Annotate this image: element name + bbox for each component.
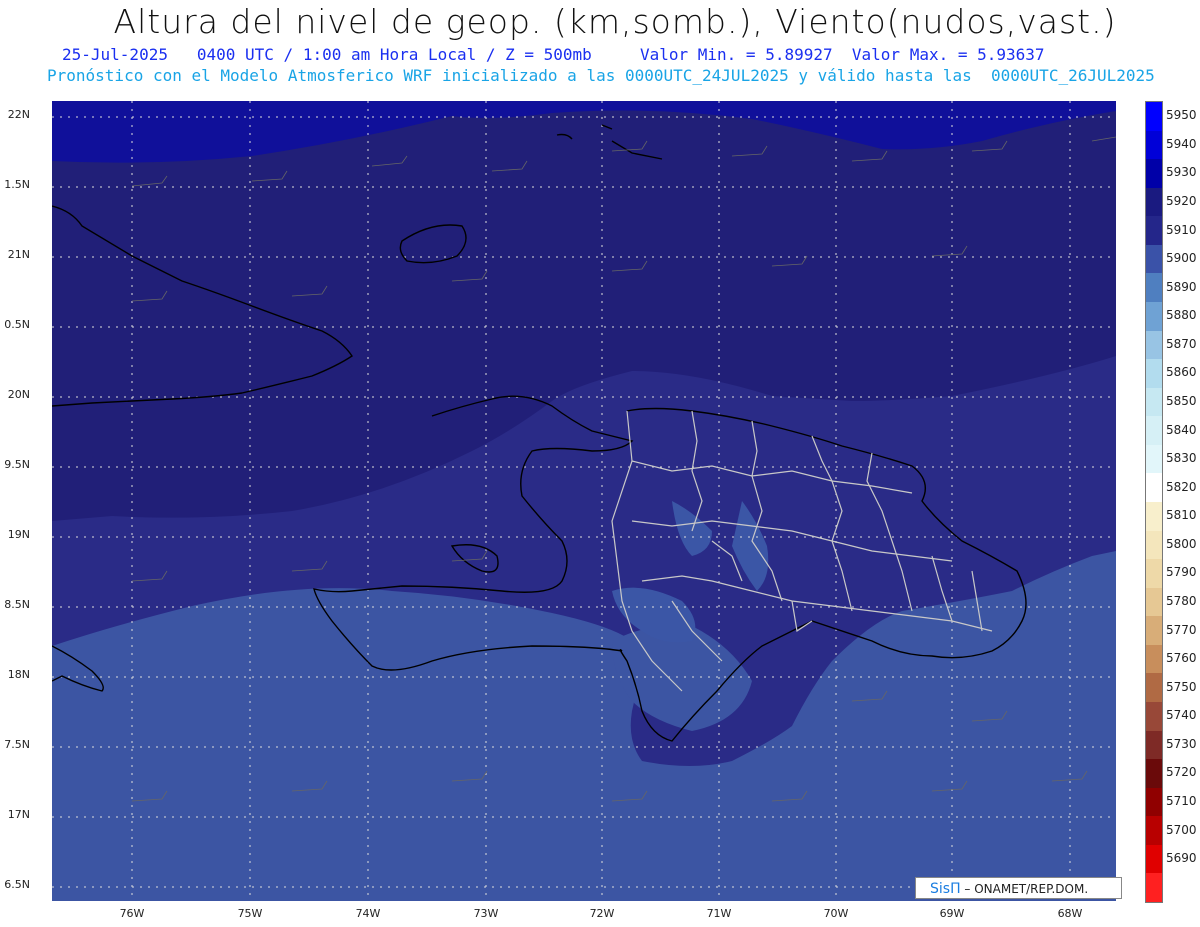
credit-text: – ONAMET/REP.DOM. [960, 882, 1089, 896]
colorbar-label: 5900 [1166, 251, 1197, 266]
colorbar-label: 5720 [1166, 765, 1197, 780]
colorbar-swatch [1146, 844, 1162, 874]
colorbar-swatch [1146, 873, 1162, 903]
lat-label: 0.5N [4, 318, 30, 331]
lon-label: 74W [355, 907, 381, 920]
colorbar-label: 5710 [1166, 794, 1197, 808]
colorbar-swatch [1146, 416, 1162, 446]
colorbar-label: 5690 [1166, 851, 1197, 866]
lat-label: 9.5N [4, 458, 30, 471]
colorbar-swatch [1146, 759, 1162, 789]
lat-label: 19N [7, 528, 30, 541]
credit-box: SisΠ – ONAMET/REP.DOM. [915, 877, 1122, 899]
colorbar-swatch [1146, 587, 1162, 617]
colorbar-label: 5750 [1166, 679, 1197, 694]
colorbar-label: 5780 [1166, 594, 1197, 608]
colorbar-swatch [1146, 302, 1162, 332]
map-panel[interactable] [52, 101, 1116, 901]
map-title: Altura del nivel de geop. (km,somb.), Vi… [113, 2, 1117, 41]
lon-label: 70W [823, 907, 849, 920]
lat-label: 7.5N [4, 738, 30, 751]
lon-label: 68W [1057, 907, 1083, 920]
sispi-logo: SisΠ [930, 881, 961, 897]
colorbar-swatch [1146, 387, 1162, 417]
colorbar-label: 5920 [1166, 194, 1197, 208]
lon-label: 73W [473, 907, 499, 920]
lon-label: 69W [939, 907, 965, 920]
lat-label: 22N [7, 108, 30, 121]
colorbar-swatch [1146, 616, 1162, 646]
colorbar-swatch [1146, 502, 1162, 532]
colorbar-swatch [1146, 559, 1162, 589]
colorbar-swatch [1146, 816, 1162, 846]
colorbar-swatch [1146, 273, 1162, 303]
colorbar-label: 5910 [1166, 222, 1197, 237]
colorbar-label: 5810 [1166, 508, 1197, 523]
colorbar-label: 5940 [1166, 136, 1197, 151]
colorbar-swatch [1146, 673, 1162, 703]
colorbar-label: 5820 [1166, 479, 1197, 494]
colorbar-swatch [1146, 644, 1162, 674]
colorbar-swatch [1146, 102, 1162, 132]
colorbar-label: 5950 [1166, 108, 1197, 123]
colorbar-label: 5830 [1166, 451, 1197, 466]
colorbar-label: 5800 [1166, 536, 1197, 551]
colorbar-swatch [1146, 730, 1162, 760]
map-subtitle-2: Pronóstico con el Modelo Atmosferico WRF… [47, 66, 1155, 85]
colorbar-swatch [1146, 216, 1162, 246]
colorbar-label: 5760 [1166, 651, 1197, 666]
colorbar-swatch [1146, 530, 1162, 560]
colorbar-label: 5860 [1166, 365, 1197, 380]
lat-label: 6.5N [4, 878, 30, 891]
colorbar-label: 5850 [1166, 394, 1197, 408]
colorbar-swatch [1146, 187, 1162, 217]
lon-label: 75W [237, 907, 263, 920]
colorbar-label: 5930 [1166, 165, 1197, 180]
colorbar-swatch [1146, 130, 1162, 160]
lon-label: 76W [119, 907, 145, 920]
colorbar-label: 5840 [1166, 422, 1197, 437]
colorbar-label: 5770 [1166, 622, 1197, 637]
lat-label: 17N [7, 808, 30, 821]
lat-label: 20N [7, 388, 30, 401]
lat-label: 1.5N [4, 178, 30, 191]
colorbar-label: 5700 [1166, 822, 1197, 837]
map-subtitle-1: 25-Jul-2025 0400 UTC / 1:00 am Hora Loca… [62, 45, 1045, 64]
colorbar-swatch [1146, 444, 1162, 474]
colorbar-label: 5730 [1166, 736, 1197, 751]
lon-label: 72W [589, 907, 615, 920]
lat-label: 8.5N [4, 598, 30, 611]
lon-label: 71W [706, 907, 732, 920]
colorbar-swatch [1146, 159, 1162, 189]
lat-label: 21N [7, 248, 30, 261]
colorbar-label: 5790 [1166, 565, 1197, 580]
colorbar-label: 5880 [1166, 308, 1197, 323]
colorbar-swatch [1146, 244, 1162, 274]
colorbar-label: 5890 [1166, 279, 1197, 294]
colorbar-label: 5740 [1166, 708, 1197, 723]
colorbar-swatch [1146, 359, 1162, 389]
colorbar-swatch [1146, 473, 1162, 503]
colorbar [1145, 101, 1163, 903]
colorbar-swatch [1146, 787, 1162, 817]
lat-label: 18N [7, 668, 30, 681]
colorbar-label: 5870 [1166, 336, 1197, 351]
colorbar-swatch [1146, 330, 1162, 360]
colorbar-swatch [1146, 702, 1162, 732]
map-canvas [52, 101, 1116, 901]
